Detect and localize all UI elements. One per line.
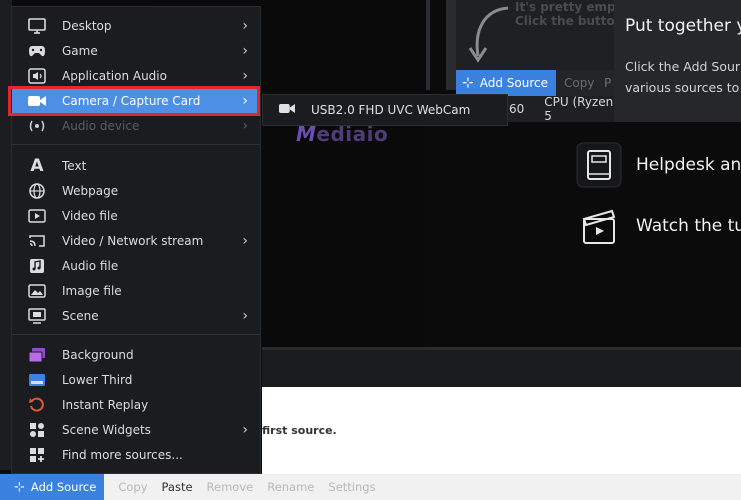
- copy-button[interactable]: Copy: [564, 76, 594, 90]
- menu-item-application-audio[interactable]: Application Audio ›: [12, 64, 260, 88]
- widgets-icon: [28, 421, 46, 439]
- tutorials-link[interactable]: Watch the tut: [576, 203, 741, 249]
- add-source-icon: ⊹: [462, 75, 474, 91]
- cast-icon: [28, 232, 46, 250]
- menu-item-label: Scene: [62, 309, 99, 323]
- menu-item-lower-third[interactable]: Lower Third: [12, 368, 260, 392]
- cpu-label: CPU (Ryzen 5: [544, 95, 614, 123]
- chevron-right-icon: ›: [242, 422, 248, 438]
- curved-arrow-icon: [468, 6, 509, 63]
- sources-bottom-toolbar: ⊹ Add Source Copy Paste Remove Rename Se…: [0, 474, 741, 500]
- bottom-copy-button[interactable]: Copy: [118, 480, 147, 494]
- menu-item-desktop[interactable]: Desktop ›: [12, 14, 260, 38]
- webcam-device-item[interactable]: USB2.0 FHD UVC WebCam: [311, 103, 470, 117]
- camera-icon: [279, 103, 295, 117]
- welcome-title: Put together y: [625, 16, 741, 36]
- menu-item-label: Lower Third: [62, 373, 133, 387]
- globe-icon: [28, 182, 46, 200]
- menu-item-label: Video file: [62, 209, 118, 223]
- replay-icon: [28, 396, 46, 414]
- empty-line-2: Click the button: [515, 14, 624, 28]
- menu-item-webpage[interactable]: Webpage: [12, 179, 260, 203]
- book-icon: [576, 142, 622, 188]
- panel-divider[interactable]: [426, 0, 430, 90]
- menu-item-background[interactable]: Background: [12, 343, 260, 367]
- background-icon: [28, 346, 46, 364]
- image-icon: [28, 282, 46, 300]
- menu-item-game[interactable]: Game ›: [12, 39, 260, 63]
- welcome-body: Click the Add Sour various sources to y: [625, 56, 741, 98]
- scene-icon: [28, 307, 46, 325]
- text-icon: A: [30, 156, 44, 176]
- helpdesk-link[interactable]: Helpdesk and: [576, 142, 741, 188]
- menu-item-scene[interactable]: Scene ›: [12, 304, 260, 328]
- music-file-icon: [28, 257, 46, 275]
- welcome-body-line-2: various sources to y: [625, 80, 741, 95]
- menu-item-label: Image file: [62, 284, 122, 298]
- monitor-icon: [28, 17, 46, 35]
- panel-divider-2[interactable]: [446, 0, 456, 90]
- audio-wave-icon: [28, 117, 46, 135]
- menu-item-label: Instant Replay: [62, 398, 149, 412]
- menu-item-label: Background: [62, 348, 134, 362]
- menu-item-label: Find more sources...: [62, 448, 183, 462]
- chevron-right-icon: ›: [242, 43, 248, 59]
- annotation-highlight-box: [8, 86, 260, 116]
- paste-button-partial[interactable]: P: [604, 76, 611, 90]
- chevron-right-icon: ›: [242, 308, 248, 324]
- menu-item-audio-device[interactable]: Audio device ›: [12, 114, 260, 138]
- menu-item-label: Video / Network stream: [62, 234, 204, 248]
- video-file-icon: [28, 207, 46, 225]
- menu-item-find-more-sources[interactable]: Find more sources...: [12, 443, 260, 467]
- menu-item-video-file[interactable]: Video file: [12, 204, 260, 228]
- menu-item-label: Game: [62, 44, 98, 58]
- bottom-remove-button[interactable]: Remove: [207, 480, 254, 494]
- bottom-paste-button[interactable]: Paste: [162, 480, 193, 494]
- bottom-rename-button[interactable]: Rename: [267, 480, 314, 494]
- menu-item-label: Audio device: [62, 119, 140, 133]
- menu-item-audio-file[interactable]: Audio file: [12, 254, 260, 278]
- menu-item-label: Application Audio: [62, 69, 167, 83]
- add-source-menu: Desktop › Game › Application Audio › Cam…: [11, 6, 261, 474]
- chevron-right-icon: ›: [242, 18, 248, 34]
- stats-bar: 60 CPU (Ryzen 5: [505, 95, 615, 123]
- fps-value: 60: [509, 102, 525, 116]
- grid-plus-icon: [28, 446, 46, 464]
- chevron-right-icon: ›: [242, 68, 248, 84]
- menu-separator: [12, 144, 260, 145]
- speaker-icon: [28, 67, 46, 85]
- camera-submenu: USB2.0 FHD UVC WebCam: [262, 94, 508, 126]
- menu-item-video-network-stream[interactable]: Video / Network stream ›: [12, 229, 260, 253]
- chevron-right-icon: ›: [242, 118, 248, 134]
- menu-item-scene-widgets[interactable]: Scene Widgets ›: [12, 418, 260, 442]
- gamepad-icon: [28, 42, 46, 60]
- lower-third-icon: [28, 371, 46, 389]
- bottom-add-source-button[interactable]: ⊹ Add Source: [0, 474, 105, 500]
- menu-item-label: Audio file: [62, 259, 119, 273]
- chevron-right-icon: ›: [242, 233, 248, 249]
- add-source-icon: ⊹: [14, 479, 25, 495]
- add-source-label: Add Source: [479, 76, 548, 90]
- sources-hint: first source.: [262, 424, 337, 437]
- panel-splitter[interactable]: [262, 347, 741, 387]
- menu-item-label: Scene Widgets: [62, 423, 151, 437]
- menu-item-image-file[interactable]: Image file: [12, 279, 260, 303]
- menu-item-text[interactable]: A Text: [12, 154, 260, 178]
- welcome-body-line-1: Click the Add Sour: [625, 59, 741, 74]
- empty-line-1: It's pretty empty: [515, 0, 630, 14]
- menu-item-label: Text: [62, 159, 87, 173]
- bottom-add-source-label: Add Source: [30, 480, 97, 494]
- tutorials-label: Watch the tut: [636, 216, 741, 236]
- bottom-settings-button[interactable]: Settings: [328, 480, 375, 494]
- clapperboard-icon: [582, 209, 616, 244]
- menu-item-label: Webpage: [62, 184, 119, 198]
- sources-empty-text: It's pretty empty Click the button: [515, 0, 629, 28]
- menu-item-label: Desktop: [62, 19, 112, 33]
- menu-separator: [12, 334, 260, 335]
- add-source-button[interactable]: ⊹ Add Source: [456, 70, 556, 96]
- helpdesk-label: Helpdesk and: [636, 155, 741, 175]
- menu-item-instant-replay[interactable]: Instant Replay: [12, 393, 260, 417]
